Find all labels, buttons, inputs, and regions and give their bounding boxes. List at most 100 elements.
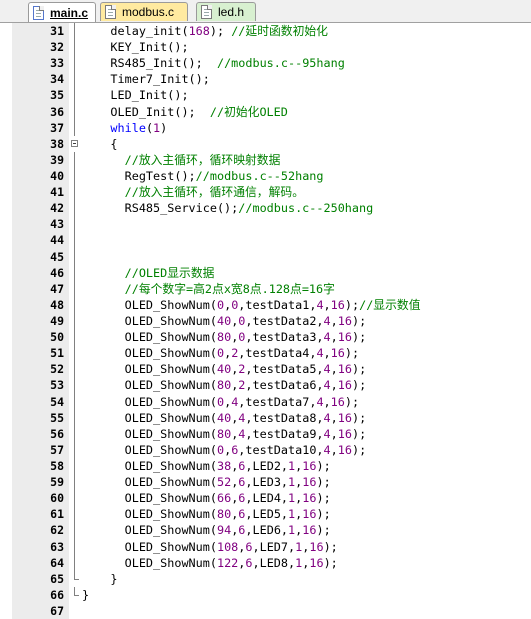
line-number: 43: [50, 217, 64, 232]
code-line[interactable]: 49 OLED_ShowNum(40,0,testData2,4,16);: [0, 312, 531, 330]
code-line[interactable]: 35 LED_Init();: [0, 87, 531, 104]
code-line[interactable]: 37 while(1): [0, 119, 531, 136]
code-comment: //OLED显示数据: [124, 265, 215, 280]
code-line[interactable]: 66}: [0, 586, 531, 603]
code-line[interactable]: 32 KEY_Init();: [0, 39, 531, 56]
code-line[interactable]: 34 Timer7_Init();: [0, 71, 531, 88]
code-line[interactable]: 56 OLED_ShowNum(80,4,testData9,4,16);: [0, 425, 531, 442]
code-line[interactable]: 31 delay_init(168); //延时函数初始化: [0, 23, 531, 40]
code-line[interactable]: 58 OLED_ShowNum(38,6,LED2,1,16);: [0, 457, 531, 475]
code-line[interactable]: 38 {: [0, 136, 531, 152]
code-line[interactable]: 52 OLED_ShowNum(40,2,testData5,4,16);: [0, 361, 531, 378]
code-number: 16: [337, 426, 352, 441]
code-text: OLED_ShowNum(38,6,LED2,1,16);: [82, 458, 331, 474]
code-line[interactable]: 67: [0, 603, 531, 619]
code-line[interactable]: 44: [0, 232, 531, 249]
code-line[interactable]: 53 OLED_ShowNum(80,2,testData6,4,16);: [0, 377, 531, 394]
code-text: OLED_ShowNum(94,6,LED6,1,16);: [82, 522, 331, 538]
code-number: 4: [316, 394, 324, 409]
fold-guide: [71, 264, 79, 281]
code-token: ,testData3,: [245, 330, 324, 345]
editor-pane[interactable]: 31 delay_init(168); //延时函数初始化 32 KEY_Init…: [0, 23, 531, 619]
code-text: while(1): [82, 120, 167, 136]
fold-guide: [71, 39, 79, 56]
fold-guide: [71, 216, 79, 233]
code-line[interactable]: 65 }: [0, 570, 531, 587]
line-number: 32: [50, 40, 64, 55]
code-text: OLED_ShowNum(40,4,testData8,4,16);: [82, 410, 367, 426]
fold-guide: [71, 377, 79, 394]
tab-main-c[interactable]: main.c: [28, 2, 96, 22]
tab-modbus-c[interactable]: modbus.c: [100, 2, 188, 21]
code-number: 16: [337, 362, 352, 377]
line-number: 50: [50, 330, 64, 345]
code-comment: //显示数值: [359, 297, 421, 312]
code-text: Timer7_Init();: [82, 71, 209, 87]
code-line[interactable]: 36 OLED_Init(); //初始化OLED: [0, 103, 531, 120]
code-token: ,LED2,: [245, 458, 289, 473]
code-line[interactable]: 40 RegTest();//modbus.c--52hang: [0, 167, 531, 185]
code-token: );: [323, 539, 338, 554]
code-line[interactable]: 62 OLED_ShowNum(94,6,LED6,1,16);: [0, 522, 531, 539]
code-line[interactable]: 42 RS485_Service();//modbus.c--250hang: [0, 200, 531, 217]
code-token: ,LED8,: [252, 555, 296, 570]
line-number: 53: [50, 378, 64, 393]
line-number: 66: [50, 587, 64, 602]
code-number: 16: [309, 539, 324, 554]
code-token: ,: [330, 426, 338, 441]
fold-guide: [71, 71, 79, 88]
fold-guide: [71, 570, 79, 587]
fold-collapse-icon[interactable]: [71, 136, 79, 152]
code-text: }: [82, 571, 117, 587]
code-number: 0: [216, 297, 225, 312]
code-text: LED_Init();: [82, 87, 188, 103]
code-text: OLED_ShowNum(66,6,LED4,1,16);: [82, 490, 331, 506]
code-token: );: [351, 313, 367, 328]
code-line[interactable]: 54 OLED_ShowNum(0,4,testData7,4,16);: [0, 393, 531, 410]
code-token: RegTest();: [124, 168, 196, 183]
code-token: );: [351, 426, 367, 441]
code-token: (: [145, 120, 154, 135]
code-number: 16: [330, 394, 345, 409]
code-token: ,testData5,: [245, 362, 324, 377]
code-line[interactable]: 45: [0, 248, 531, 265]
code-line[interactable]: 51 OLED_ShowNum(0,2,testData4,4,16);: [0, 345, 531, 362]
code-line[interactable]: 50 OLED_ShowNum(80,0,testData3,4,16);: [0, 329, 531, 346]
code-token: ,testData6,: [245, 378, 324, 393]
code-token: ): [160, 120, 168, 135]
code-line[interactable]: 47 //每个数字=高2点x宽8点.128点=16字: [0, 280, 531, 297]
line-number: 45: [50, 249, 64, 264]
code-token: OLED_ShowNum(: [124, 458, 217, 473]
code-editor-window: main.c modbus.c led.h 31 delay_init(168)…: [0, 0, 531, 619]
code-line[interactable]: 39 //放入主循环，循环映射数据: [0, 151, 531, 169]
code-line[interactable]: 61 OLED_ShowNum(80,6,LED5,1,16);: [0, 506, 531, 523]
code-number: 122: [216, 555, 239, 570]
code-number: 16: [337, 410, 352, 425]
code-line[interactable]: 60 OLED_ShowNum(66,6,LED4,1,16);: [0, 490, 531, 507]
code-line[interactable]: 63 OLED_ShowNum(108,6,LED7,1,16);: [0, 538, 531, 555]
fold-guide: [71, 119, 79, 136]
fold-guide: [71, 103, 79, 120]
code-line[interactable]: 43: [0, 216, 531, 233]
code-text: //每个数字=高2点x宽8点.128点=16字: [82, 281, 335, 297]
code-line[interactable]: 41 //放入主循环，循环通信，解码。: [0, 184, 531, 201]
code-token: ,testData4,: [238, 346, 317, 361]
code-number: 0: [216, 442, 225, 457]
code-line[interactable]: 64 OLED_ShowNum(122,6,LED8,1,16);: [0, 554, 531, 571]
code-token: );: [316, 523, 331, 538]
code-line[interactable]: 55 OLED_ShowNum(40,4,testData8,4,16);: [0, 409, 531, 426]
code-line[interactable]: 48 OLED_ShowNum(0,0,testData1,4,16);//显示…: [0, 296, 531, 314]
code-line[interactable]: 59 OLED_ShowNum(52,6,LED3,1,16);: [0, 474, 531, 491]
code-text: OLED_ShowNum(52,6,LED3,1,16);: [82, 474, 331, 490]
code-line[interactable]: 33 RS485_Init(); //modbus.c--95hang: [0, 55, 531, 72]
code-line[interactable]: 57 OLED_ShowNum(0,6,testData10,4,16);: [0, 441, 531, 459]
code-lines[interactable]: 31 delay_init(168); //延时函数初始化 32 KEY_Init…: [0, 23, 531, 619]
fold-guide: [71, 280, 79, 297]
tab-led-h[interactable]: led.h: [196, 2, 256, 21]
line-number: 34: [50, 72, 64, 87]
code-line[interactable]: 46 //OLED显示数据: [0, 264, 531, 281]
